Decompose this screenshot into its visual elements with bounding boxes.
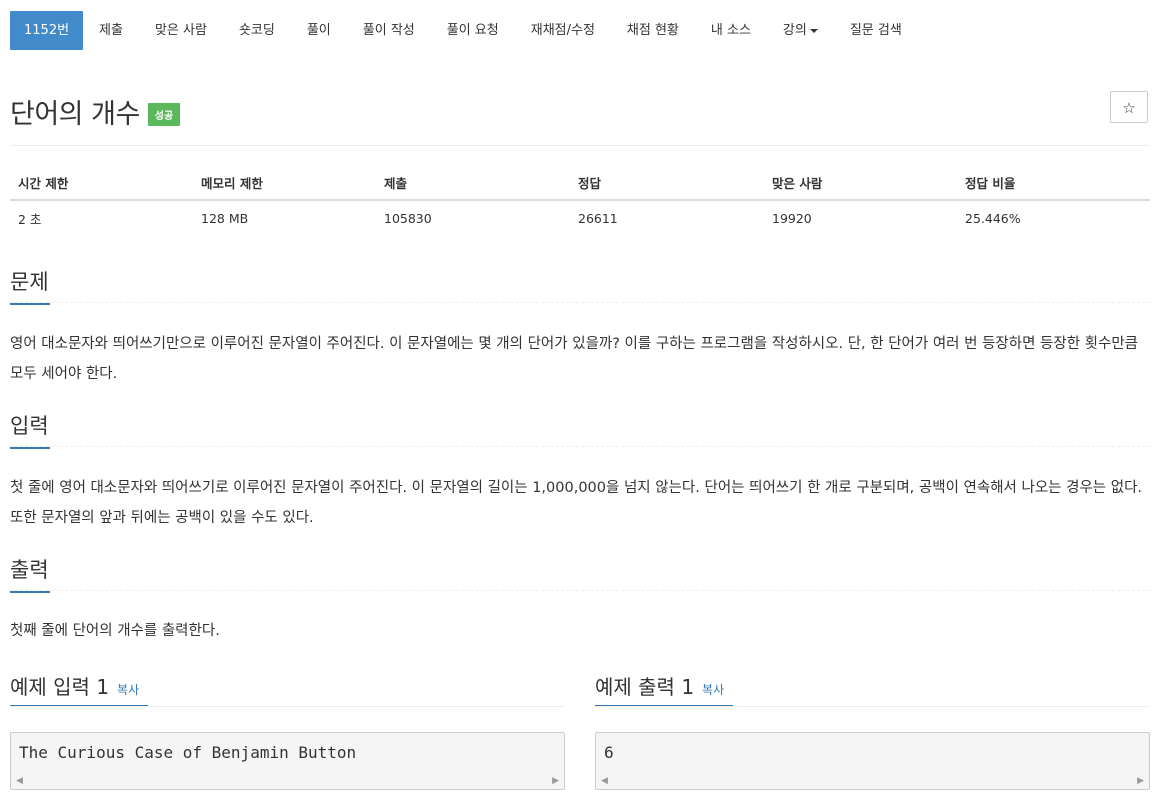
heading-underline [10, 447, 50, 449]
value-solved-users: 19920 [772, 211, 812, 226]
section-heading-output: 출력 [10, 554, 50, 593]
header-accept-ratio: 정답 비율 [957, 166, 1150, 201]
caret-down-icon [809, 28, 818, 33]
section-heading-problem: 문제 [10, 266, 50, 305]
nav-solutions[interactable]: 풀이 [291, 11, 347, 50]
scroll-left-icon[interactable]: ◀ [601, 776, 608, 786]
star-icon: ☆ [1122, 99, 1136, 117]
value-time-limit: 2 초 [18, 212, 42, 227]
nav-my-source[interactable]: 내 소스 [695, 11, 767, 50]
output-description: 첫째 줄에 단어의 개수를 출력한다. [10, 623, 220, 639]
scroll-left-icon[interactable]: ◀ [16, 776, 23, 786]
section-heading-output-text: 출력 [10, 558, 49, 582]
section-heading-problem-text: 문제 [10, 270, 49, 294]
heading-underline [10, 303, 50, 305]
problem-title: 단어의 개수 [10, 99, 140, 130]
problem-nav: 1152번 제출 맞은 사람 숏코딩 풀이 풀이 작성 풀이 요청 재채점/수정… [10, 11, 918, 50]
example-input-heading-text: 예제 입력 1 [10, 675, 110, 699]
problem-title-row: 단어의 개수 성공 [10, 92, 181, 131]
section-divider [10, 446, 1150, 447]
nav-write-solution[interactable]: 풀이 작성 [347, 11, 431, 50]
title-divider [10, 145, 1150, 146]
example-output-heading: 예제 출력 1 복사 [595, 671, 724, 700]
nav-lectures-dropdown[interactable]: 강의 [767, 11, 834, 50]
section-heading-input: 입력 [10, 410, 50, 449]
section-divider [595, 706, 1150, 707]
header-accepted: 정답 [570, 166, 764, 201]
star-button[interactable]: ☆ [1110, 91, 1148, 123]
copy-output-button[interactable]: 복사 [702, 683, 724, 697]
status-badge: 성공 [147, 103, 181, 126]
example-input-box[interactable]: The Curious Case of Benjamin Button ◀ ▶ [10, 732, 565, 790]
section-heading-input-text: 입력 [10, 414, 49, 438]
nav-short-coding[interactable]: 숏코딩 [223, 11, 291, 50]
header-solved-users: 맞은 사람 [764, 166, 957, 201]
header-time-limit: 시간 제한 [10, 166, 193, 201]
example-input-text: The Curious Case of Benjamin Button [19, 743, 357, 762]
copy-input-button[interactable]: 복사 [117, 683, 139, 697]
input-description: 첫 줄에 영어 대소문자와 띄어쓰기로 이루어진 문자열이 주어진다. 이 문자… [10, 480, 1143, 526]
problem-info-table: 시간 제한 메모리 제한 제출 정답 맞은 사람 정답 비율 2 초 128 M… [10, 166, 1150, 236]
header-memory-limit: 메모리 제한 [193, 166, 376, 201]
example-output-text: 6 [604, 743, 614, 762]
nav-question-search[interactable]: 질문 검색 [834, 11, 918, 50]
value-submissions: 105830 [384, 211, 432, 226]
value-accept-ratio: 25.446% [965, 211, 1021, 226]
example-input-heading: 예제 입력 1 복사 [10, 671, 139, 700]
nav-rejudge[interactable]: 재채점/수정 [515, 11, 611, 50]
header-submissions: 제출 [376, 166, 570, 201]
nav-problem-number[interactable]: 1152번 [10, 11, 84, 50]
heading-underline [10, 591, 50, 593]
example-output-heading-text: 예제 출력 1 [595, 675, 695, 699]
problem-description: 영어 대소문자와 띄어쓰기만으로 이루어진 문자열이 주어진다. 이 문자열에는… [10, 336, 1139, 382]
section-divider [10, 706, 565, 707]
nav-status[interactable]: 채점 현황 [611, 11, 695, 50]
table-header-row: 시간 제한 메모리 제한 제출 정답 맞은 사람 정답 비율 [10, 166, 1150, 201]
example-output-box[interactable]: 6 ◀ ▶ [595, 732, 1150, 790]
scroll-right-icon[interactable]: ▶ [552, 776, 559, 786]
nav-lectures-label: 강의 [782, 23, 807, 38]
scroll-right-icon[interactable]: ▶ [1137, 776, 1144, 786]
value-accepted: 26611 [578, 211, 618, 226]
nav-solved-users[interactable]: 맞은 사람 [139, 11, 223, 50]
nav-submit[interactable]: 제출 [83, 11, 139, 50]
section-divider [10, 302, 1150, 303]
nav-request-solution[interactable]: 풀이 요청 [431, 11, 515, 50]
value-memory-limit: 128 MB [201, 211, 249, 226]
table-row: 2 초 128 MB 105830 26611 19920 25.446% [10, 200, 1150, 236]
section-divider [10, 590, 1150, 591]
